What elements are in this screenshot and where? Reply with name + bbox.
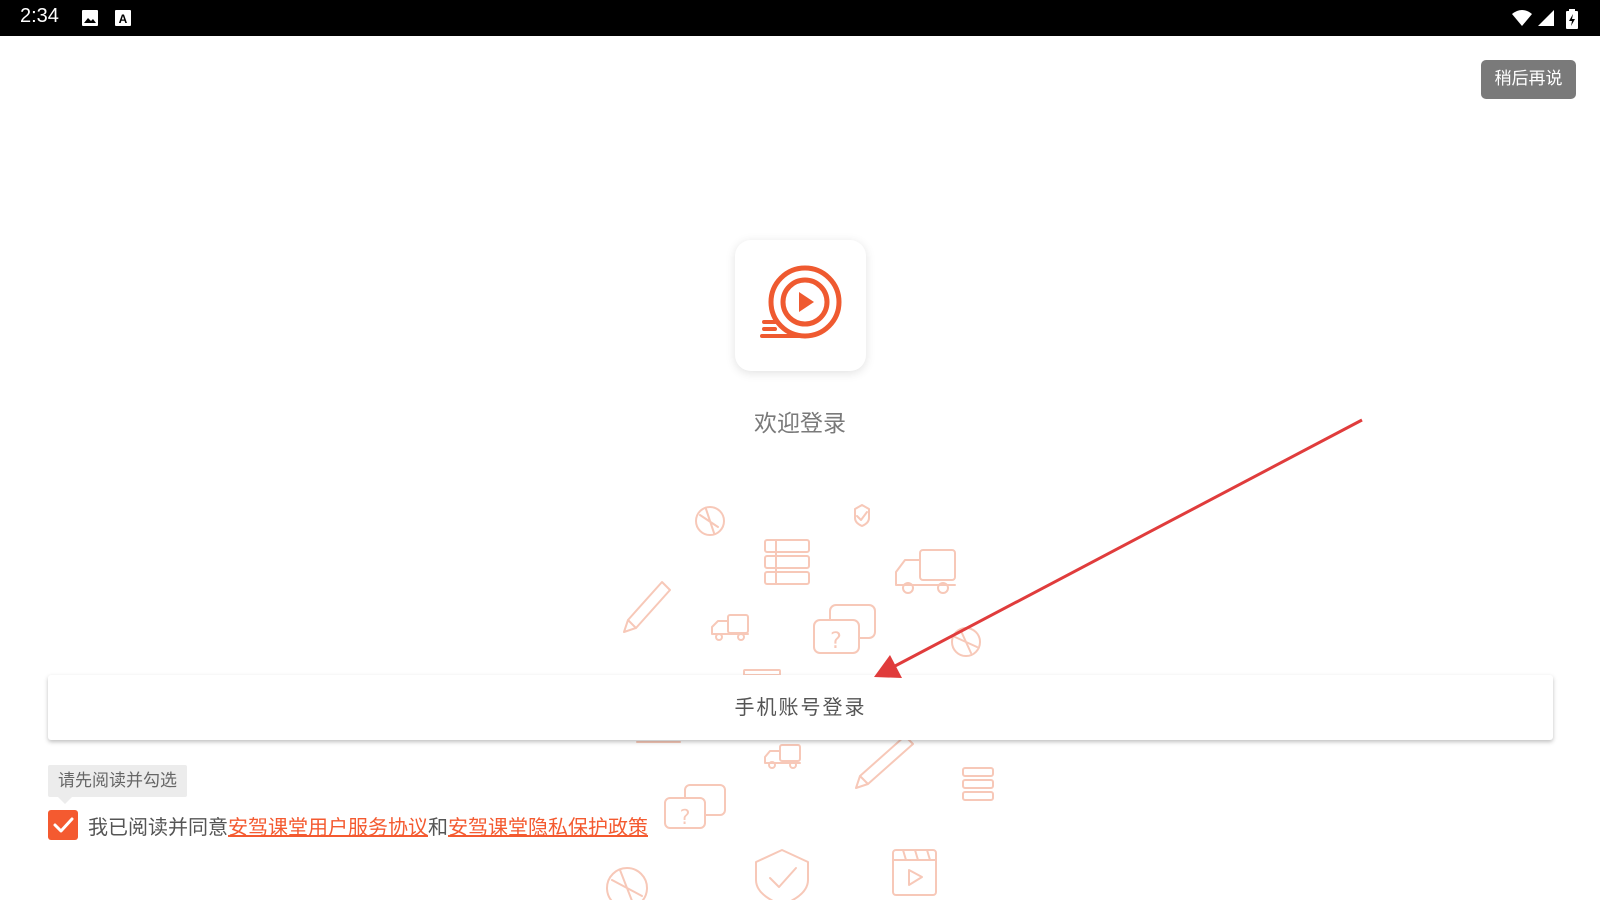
svg-text:?: ? <box>830 629 842 654</box>
privacy-policy-link[interactable]: 安驾课堂隐私保护政策 <box>448 815 648 839</box>
play-circle-motion-icon <box>760 265 842 339</box>
agreement-prefix: 我已阅读并同意 <box>88 815 228 839</box>
svg-text:?: ? <box>680 805 691 829</box>
background-illustration: ? ? <box>606 504 994 900</box>
app-logo <box>735 240 866 371</box>
check-icon <box>53 817 74 833</box>
phone-login-button[interactable]: 手机账号登录 <box>48 675 1553 740</box>
agreement-joiner: 和 <box>428 815 448 839</box>
agreement-tooltip: 请先阅读并勾选 <box>48 765 187 797</box>
welcome-title: 欢迎登录 <box>754 411 846 437</box>
tooltip-pointer <box>58 797 72 804</box>
agreement-checkbox[interactable] <box>48 810 78 840</box>
terms-of-service-link[interactable]: 安驾课堂用户服务协议 <box>228 815 428 839</box>
agreement-text: 我已阅读并同意安驾课堂用户服务协议和安驾课堂隐私保护政策 <box>88 811 648 840</box>
